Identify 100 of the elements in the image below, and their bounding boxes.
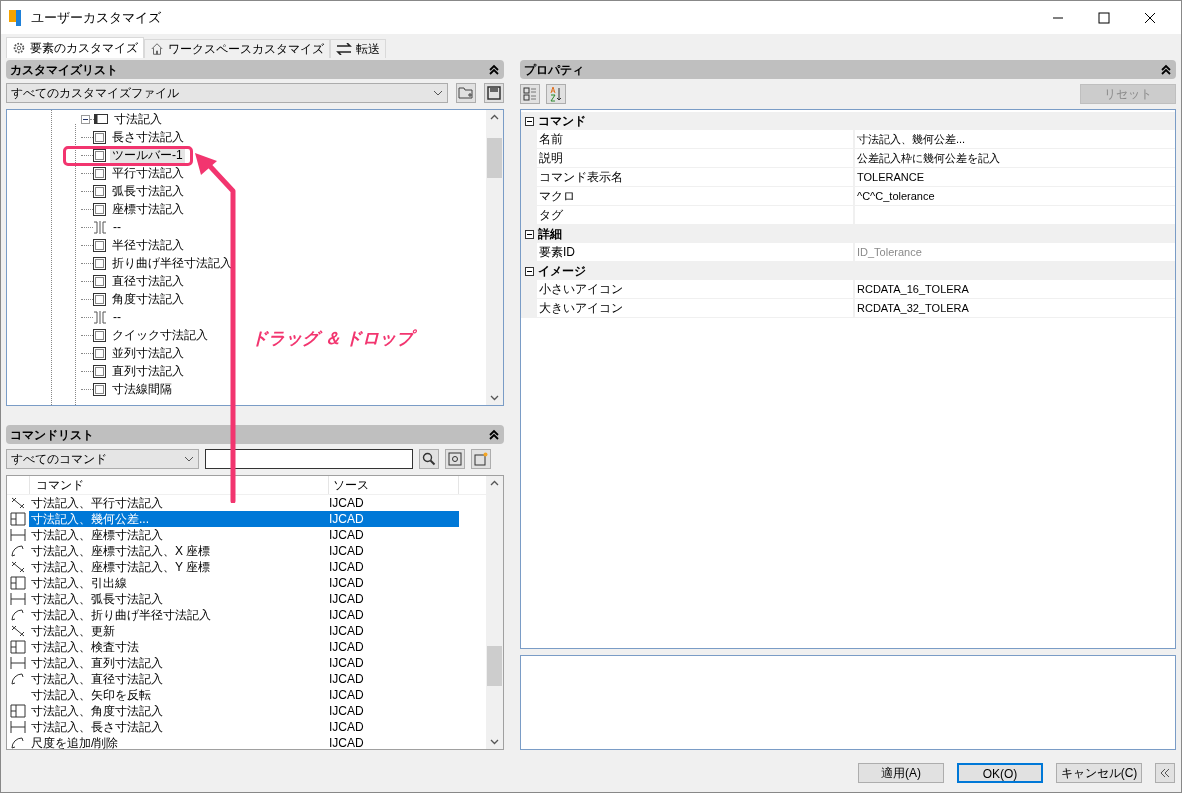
dialog-button[interactable]: 適用(A) <box>858 763 944 783</box>
table-cell-text: IJCAD <box>329 591 365 608</box>
table-row[interactable]: 寸法記入、矢印を反転 IJCAD <box>29 687 459 703</box>
property-name: 大きいアイコン <box>537 299 853 317</box>
sort-button[interactable] <box>546 84 566 104</box>
app-icon <box>9 9 23 26</box>
tree-item[interactable]: 直径寸法記入 <box>110 272 186 290</box>
property-name: コマンド表示名 <box>537 168 853 186</box>
tab[interactable]: 転送 <box>330 39 386 58</box>
scroll-thumb[interactable] <box>487 646 502 686</box>
table-row[interactable]: 寸法記入、平行寸法記入 IJCAD <box>29 495 459 511</box>
table-row[interactable]: 寸法記入、引出線 IJCAD <box>29 575 459 591</box>
table-cell-text: 寸法記入、座標寸法記入、X 座標 <box>30 543 212 560</box>
tree-item[interactable]: 寸法線間隔 <box>110 380 174 398</box>
tree-item[interactable]: -- <box>111 218 123 236</box>
separator-icon <box>93 220 107 234</box>
table-cell-text: IJCAD <box>329 703 365 720</box>
tree-item[interactable]: 平行寸法記入 <box>110 164 186 182</box>
open-folder-button[interactable] <box>456 83 476 103</box>
collapse-toggle-icon[interactable] <box>81 114 90 124</box>
tree-item[interactable]: 角度寸法記入 <box>110 290 186 308</box>
scroll-down-icon[interactable] <box>490 739 499 745</box>
property-name: 要素ID <box>537 243 853 261</box>
tree-item[interactable]: 直列寸法記入 <box>110 362 186 380</box>
tree-item[interactable]: クイック寸法記入 <box>110 326 210 344</box>
collapse-toggle-icon[interactable] <box>525 266 534 276</box>
scroll-up-icon[interactable] <box>490 480 499 486</box>
table-row[interactable]: 寸法記入、折り曲げ半径寸法記入 IJCAD <box>29 607 459 623</box>
tab[interactable]: 要素のカスタマイズ <box>6 37 144 58</box>
table-row[interactable]: 尺度を追加/削除 IJCAD <box>29 735 459 749</box>
table-cell-text: 寸法記入、座標寸法記入 <box>30 527 164 544</box>
separator-icon <box>93 310 107 324</box>
column-header[interactable]: ソース <box>329 476 459 494</box>
tree-item[interactable]: 並列寸法記入 <box>110 344 186 362</box>
table-cell-text: 尺度を追加/削除 <box>30 735 120 749</box>
table-cell-text: IJCAD <box>329 719 365 736</box>
dimension-icon <box>10 736 26 749</box>
scroll-down-icon[interactable] <box>490 395 499 401</box>
file-dropdown[interactable]: すべてのカスタマイズファイル <box>6 83 448 103</box>
table-row[interactable]: 寸法記入、座標寸法記入、Y 座標 IJCAD <box>29 559 459 575</box>
collapse-icon[interactable] <box>488 63 500 76</box>
tree-item[interactable]: 長さ寸法記入 <box>110 128 186 146</box>
table-row[interactable]: 寸法記入、角度寸法記入 IJCAD <box>29 703 459 719</box>
tree-item[interactable]: 弧長寸法記入 <box>110 182 186 200</box>
table-row[interactable]: 寸法記入、検査寸法 IJCAD <box>29 639 459 655</box>
scrollbar[interactable] <box>486 476 503 749</box>
table-row[interactable]: 寸法記入、更新 IJCAD <box>29 623 459 639</box>
table-row[interactable]: 寸法記入、直径寸法記入 IJCAD <box>29 671 459 687</box>
property-value[interactable]: 寸法記入、幾何公差... <box>855 130 1175 148</box>
property-value[interactable]: 公差記入枠に幾何公差を記入 <box>855 149 1175 167</box>
table-row[interactable]: 寸法記入、弧長寸法記入 IJCAD <box>29 591 459 607</box>
save-button[interactable] <box>484 83 504 103</box>
property-name: 説明 <box>537 149 853 167</box>
scroll-up-icon[interactable] <box>490 114 499 120</box>
collapse-toggle-icon[interactable] <box>525 116 534 126</box>
dimension-icon <box>10 592 26 606</box>
tree-item[interactable]: 半径寸法記入 <box>110 236 186 254</box>
property-value[interactable]: ^C^C_tolerance <box>855 187 1175 205</box>
collapse-icon[interactable] <box>1160 63 1172 76</box>
table-row[interactable]: 寸法記入、長さ寸法記入 IJCAD <box>29 719 459 735</box>
table-cell-text: IJCAD <box>329 639 365 656</box>
tab[interactable]: ワークスペースカスタマイズ <box>144 39 330 58</box>
property-value[interactable]: RCDATA_16_TOLERA <box>855 280 1175 298</box>
dimension-icon <box>10 512 26 526</box>
table-row[interactable]: 寸法記入、直列寸法記入 IJCAD <box>29 655 459 671</box>
tree-item[interactable]: 座標寸法記入 <box>110 200 186 218</box>
table-cell-text: IJCAD <box>329 607 365 624</box>
group-title: 詳細 <box>538 226 562 243</box>
scroll-thumb[interactable] <box>487 138 502 178</box>
dimension-icon <box>10 608 26 622</box>
preview-button[interactable] <box>445 449 465 469</box>
table-cell-text: IJCAD <box>329 511 365 528</box>
table-cell-text: 寸法記入、折り曲げ半径寸法記入 <box>30 607 212 624</box>
dialog-button[interactable]: キャンセル(C) <box>1056 763 1142 783</box>
tree-item[interactable]: -- <box>111 308 123 326</box>
table-cell-text: IJCAD <box>329 495 365 512</box>
chevron-down-icon <box>184 456 194 462</box>
table-cell-text: 寸法記入、直列寸法記入 <box>30 655 164 672</box>
property-value[interactable]: RCDATA_32_TOLERA <box>855 299 1175 317</box>
column-header[interactable]: コマンド <box>29 476 329 494</box>
table-row[interactable]: 寸法記入、座標寸法記入、X 座標 IJCAD <box>29 543 459 559</box>
command-filter-dropdown[interactable]: すべてのコマンド <box>6 449 199 469</box>
property-name: マクロ <box>537 187 853 205</box>
collapse-toggle-icon[interactable] <box>525 229 534 239</box>
dimension-icon <box>10 560 26 574</box>
dialog-button[interactable]: OK(O) <box>957 763 1043 783</box>
toolbar-icon <box>94 114 108 124</box>
table-row[interactable]: 寸法記入、座標寸法記入 IJCAD <box>29 527 459 543</box>
scrollbar[interactable] <box>486 110 503 405</box>
new-command-button[interactable] <box>471 449 491 469</box>
collapse-button[interactable] <box>1155 763 1175 783</box>
collapse-icon[interactable] <box>488 428 500 441</box>
property-name: 小さいアイコン <box>537 280 853 298</box>
tree-item[interactable]: 折り曲げ半径寸法記入 <box>110 254 234 272</box>
tree-item[interactable]: 寸法記入 <box>112 110 164 128</box>
search-field[interactable] <box>205 449 413 469</box>
table-row[interactable]: 寸法記入、幾何公差... IJCAD <box>29 511 459 527</box>
property-value[interactable]: TOLERANCE <box>855 168 1175 186</box>
category-view-button[interactable] <box>520 84 540 104</box>
search-button[interactable] <box>419 449 439 469</box>
